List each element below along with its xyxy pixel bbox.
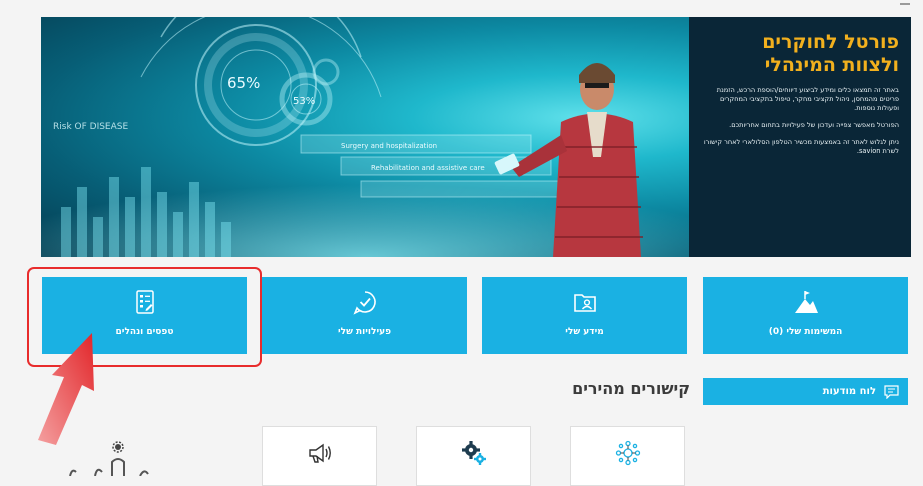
mountain-flag-icon	[794, 291, 818, 313]
hero-text-rehab: Rehabilitation and assistive care	[371, 164, 485, 172]
quick-link-card-1[interactable]	[570, 426, 685, 486]
tile-my-activities-label: פעילויות שלי	[337, 327, 392, 337]
chat-check-icon	[352, 291, 376, 315]
hero-title-line1: פורטל לחוקרים	[762, 31, 899, 53]
hero-pct-1: 65%	[227, 74, 260, 92]
hero-info-panel: פורטל לחוקרים ולצוות המינהלי באתר זה תמצ…	[689, 17, 911, 257]
hero-paragraph-2: הפורטל מאפשר צפייה ועדכון של פעילויות בת…	[729, 121, 899, 129]
partial-logo	[69, 441, 149, 476]
hero-pct-2: 53%	[293, 96, 315, 107]
pointer-arrow-icon	[38, 333, 94, 445]
tile-my-info[interactable]: מידע שלי	[482, 277, 687, 354]
tile-my-tasks[interactable]: המשימות שלי (0)	[703, 277, 908, 354]
hero-text-surgery: Surgery and hospitalization	[341, 142, 437, 150]
tile-my-activities[interactable]: פעילויות שלי	[262, 277, 467, 354]
top-edge-mark	[900, 3, 910, 8]
tile-my-info-label: מידע שלי	[565, 327, 604, 337]
hero-text-risk: Risk OF DISEASE	[53, 122, 128, 132]
message-icon	[884, 385, 899, 399]
network-hub-icon	[615, 440, 640, 466]
hero-title-line2: ולצוות המינהלי	[764, 54, 899, 76]
messages-board-header[interactable]: לוח מודעות	[703, 378, 908, 405]
messages-board-label: לוח מודעות	[822, 386, 876, 397]
megaphone-icon	[308, 443, 331, 463]
quick-links-title: קישורים מהירים	[572, 379, 690, 398]
quick-link-card-2[interactable]	[416, 426, 531, 486]
gears-icon	[461, 441, 486, 465]
hero-title: פורטל לחוקרים ולצוות המינהלי	[699, 31, 899, 77]
quick-link-card-3[interactable]	[262, 426, 377, 486]
hero-paragraph-1: באתר זה תמצאו כלים ומידע לביצוע דיווחים/…	[716, 86, 899, 112]
folder-user-icon	[573, 294, 596, 312]
hero-banner: 65% 53% Risk OF DISEASE Surgery and hosp…	[41, 17, 911, 257]
tile-my-tasks-label: המשימות שלי (0)	[768, 327, 843, 337]
hero-paragraph-3: ניתן לגלוש לאתר זה באמצעות מכשיר הטלפון …	[703, 138, 899, 155]
